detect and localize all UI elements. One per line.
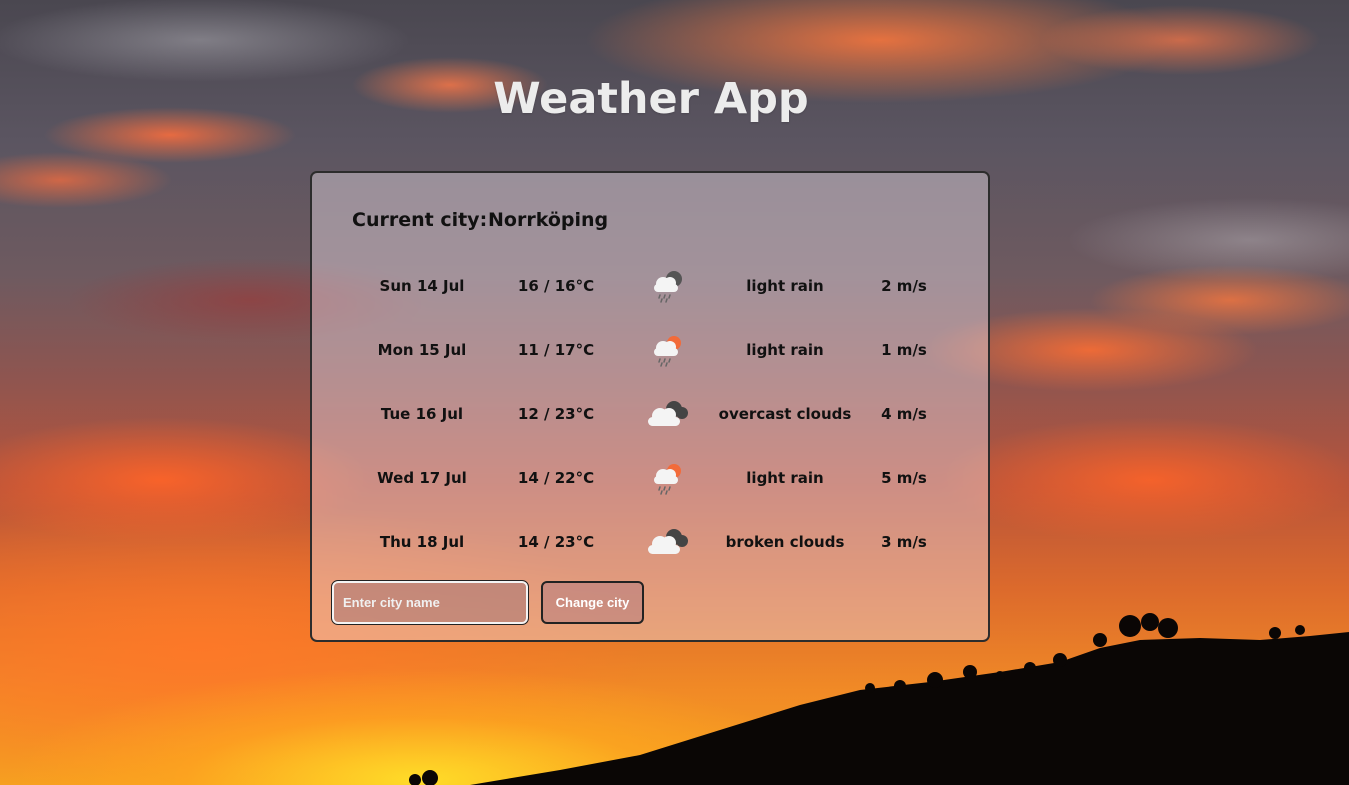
- forecast-description: light rain: [746, 469, 824, 487]
- forecast-row: Thu 18 Jul 14 / 23°C broken clouds 3 m/s: [312, 522, 988, 562]
- overcast-clouds-icon: [644, 396, 690, 432]
- forecast-wind: 4 m/s: [881, 405, 927, 423]
- change-city-button[interactable]: Change city: [541, 581, 644, 624]
- forecast-wind: 5 m/s: [881, 469, 927, 487]
- forecast-date: Sun 14 Jul: [379, 277, 465, 295]
- forecast-temperature: 16 / 16°C: [517, 277, 595, 295]
- forecast-row: Sun 14 Jul 16 / 16°C light rain 2 m/s: [312, 266, 988, 306]
- forecast-temperature: 14 / 22°C: [517, 469, 595, 487]
- forecast-row: Wed 17 Jul 14 / 22°C light rain 5 m/s: [312, 458, 988, 498]
- forecast-wind: 1 m/s: [881, 341, 927, 359]
- forecast-date: Thu 18 Jul: [379, 533, 465, 551]
- forecast-wind: 3 m/s: [881, 533, 927, 551]
- forecast-date: Tue 16 Jul: [380, 405, 464, 423]
- forecast-row: Tue 16 Jul 12 / 23°C overcast clouds 4 m…: [312, 394, 988, 434]
- weather-card: Current city:Norrköping Sun 14 Jul 16 / …: [310, 171, 990, 642]
- forecast-temperature: 12 / 23°C: [517, 405, 595, 423]
- forecast-date: Mon 15 Jul: [377, 341, 467, 359]
- rain-night-icon: [644, 268, 690, 304]
- forecast-wind: 2 m/s: [881, 277, 927, 295]
- rain-day-icon: [644, 332, 690, 368]
- forecast-row: Mon 15 Jul 11 / 17°C light rain 1 m/s: [312, 330, 988, 370]
- current-city-name: Norrköping: [488, 209, 609, 231]
- current-city: Current city:Norrköping: [352, 209, 608, 231]
- forecast-temperature: 11 / 17°C: [517, 341, 595, 359]
- forecast-description: light rain: [746, 277, 824, 295]
- current-city-label: Current city:: [352, 209, 488, 231]
- broken-clouds-icon: [644, 524, 690, 560]
- forecast-date: Wed 17 Jul: [377, 469, 467, 487]
- city-name-input[interactable]: [331, 580, 529, 625]
- forecast-description: light rain: [746, 341, 824, 359]
- app-title: Weather App: [493, 74, 809, 124]
- rain-day-icon: [644, 460, 690, 496]
- forecast-description: broken clouds: [725, 533, 845, 551]
- forecast-temperature: 14 / 23°C: [517, 533, 595, 551]
- forecast-description: overcast clouds: [718, 405, 852, 423]
